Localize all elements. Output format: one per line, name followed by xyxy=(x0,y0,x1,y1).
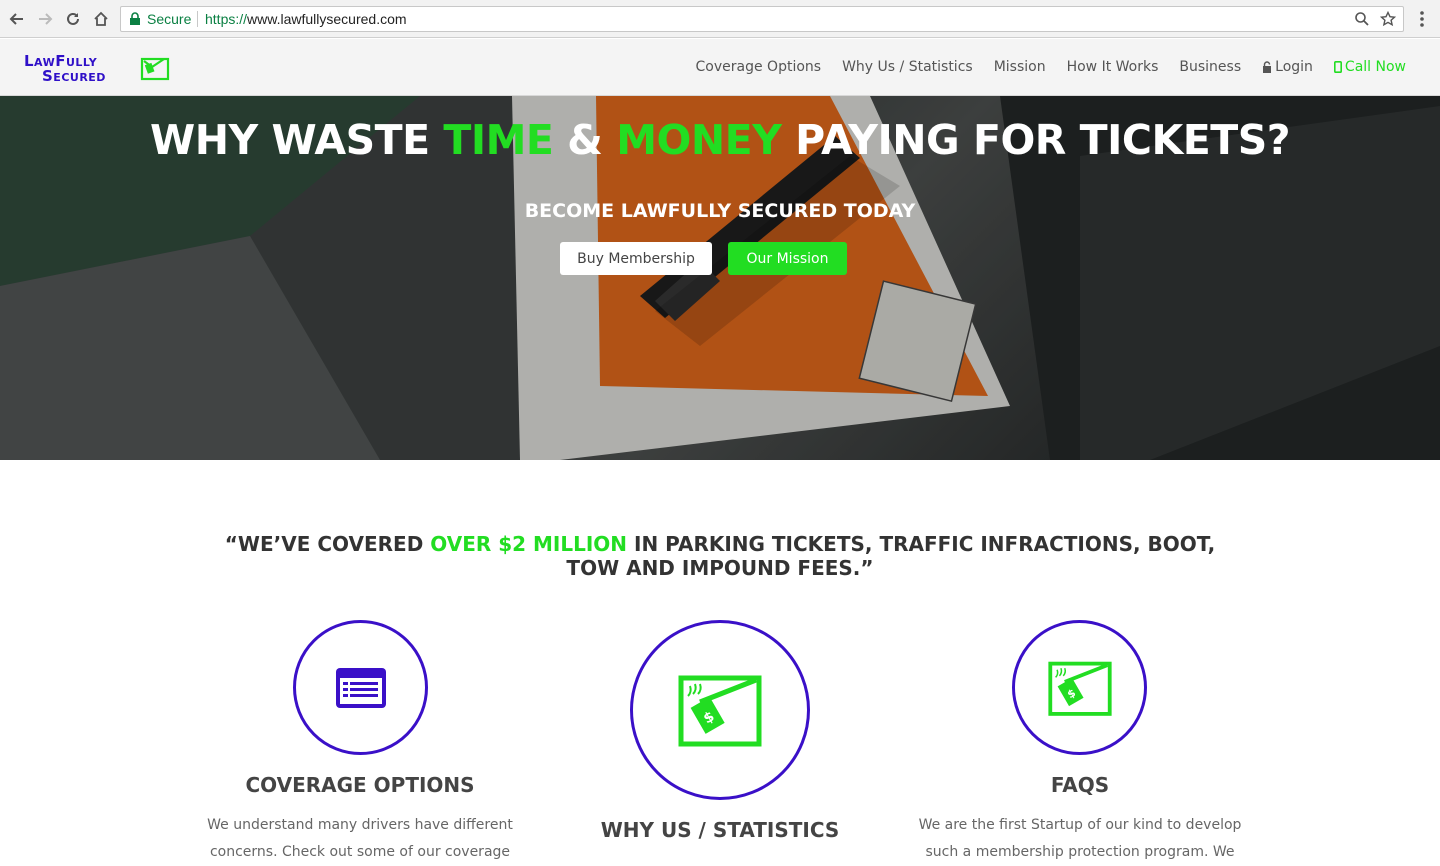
zoom-icon[interactable] xyxy=(1354,11,1370,27)
home-icon xyxy=(94,11,108,26)
why-us-statistics-title[interactable]: WHY US / STATISTICS xyxy=(520,818,920,842)
hero-banner: WHY WASTE TIME & MONEY PAYING FOR TICKET… xyxy=(0,96,1440,460)
nav-coverage-options[interactable]: Coverage Options xyxy=(696,59,822,75)
hero-headline-part: WHY WASTE xyxy=(149,116,444,164)
browser-toolbar: Secure https://www.lawfullysecured.com xyxy=(0,0,1440,38)
reload-button[interactable] xyxy=(61,7,85,31)
hero-headline-highlight-time: TIME xyxy=(443,116,554,164)
coverage-options-title[interactable]: COVERAGE OPTIONS xyxy=(160,773,560,797)
lock-icon xyxy=(1263,61,1272,73)
nav-business[interactable]: Business xyxy=(1179,59,1241,75)
url-host: www.lawfullysecured.com xyxy=(247,11,407,27)
hero-headline-part: & xyxy=(553,116,617,164)
reload-icon xyxy=(67,12,79,25)
url-text: https://www.lawfullysecured.com xyxy=(205,11,407,27)
faqs-title[interactable]: FAQS xyxy=(880,773,1280,797)
quote-part: IN PARKING TICKETS, TRAFFIC INFRACTIONS,… xyxy=(566,532,1216,580)
home-button[interactable] xyxy=(89,7,113,31)
back-arrow-icon xyxy=(9,13,23,25)
site-header: LawFully Secured Coverage Options Why Us… xyxy=(0,39,1440,96)
browser-menu-icon[interactable] xyxy=(1414,10,1430,28)
secure-label: Secure xyxy=(147,11,192,27)
logo-text-line2: Secured xyxy=(42,67,106,85)
phone-icon xyxy=(1333,61,1342,73)
nav-why-us-statistics[interactable]: Why Us / Statistics xyxy=(842,59,973,75)
coverage-options-text: We understand many drivers have differen… xyxy=(207,817,513,860)
nav-mission[interactable]: Mission xyxy=(994,59,1046,75)
main-navigation: Coverage Options Why Us / Statistics Mis… xyxy=(675,59,1406,75)
lock-icon xyxy=(130,12,140,25)
quote-part: “WE’VE COVERED xyxy=(224,532,431,556)
nav-call-now[interactable]: Call Now xyxy=(1333,59,1406,75)
ticket-icon: $ xyxy=(1047,661,1112,716)
hero-subheadline: BECOME LAWFULLY SECURED TODAY xyxy=(524,200,916,222)
quote-highlight: OVER $2 MILLION xyxy=(430,532,628,556)
divider xyxy=(197,11,198,27)
nav-call-now-label: Call Now xyxy=(1344,59,1406,75)
nav-login[interactable]: Login xyxy=(1262,59,1313,75)
forward-arrow-icon xyxy=(39,13,53,25)
hero-headline-part: PAYING FOR TICKETS? xyxy=(781,116,1291,164)
list-icon xyxy=(335,667,386,708)
coverage-quote: “WE’VE COVERED OVER $2 MILLION IN PARKIN… xyxy=(200,532,1240,580)
why-us-statistics-circle[interactable]: $ xyxy=(630,620,810,800)
address-bar[interactable]: Secure https://www.lawfullysecured.com xyxy=(120,6,1404,32)
back-button[interactable] xyxy=(5,7,29,31)
url-scheme: https:// xyxy=(205,11,248,27)
nav-how-it-works[interactable]: How It Works xyxy=(1067,59,1159,75)
hero-headline-highlight-money: MONEY xyxy=(616,116,782,164)
coverage-options-circle[interactable] xyxy=(293,620,428,755)
logo-ticket-icon xyxy=(140,57,170,81)
nav-login-label: Login xyxy=(1275,59,1313,75)
hero-headline: WHY WASTE TIME & MONEY PAYING FOR TICKET… xyxy=(0,116,1440,164)
our-mission-button[interactable]: Our Mission xyxy=(728,242,847,275)
forward-button[interactable] xyxy=(33,7,57,31)
buy-membership-button[interactable]: Buy Membership xyxy=(560,242,712,275)
faqs-text: We are the first Startup of our kind to … xyxy=(918,817,1242,860)
site-logo[interactable]: LawFully Secured xyxy=(24,52,170,86)
ticket-icon: $ xyxy=(678,675,762,747)
bookmark-star-icon[interactable] xyxy=(1380,11,1396,27)
faqs-circle[interactable]: $ xyxy=(1012,620,1147,755)
